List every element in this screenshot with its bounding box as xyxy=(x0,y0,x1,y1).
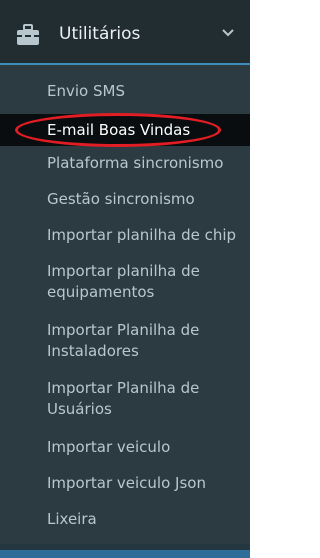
submenu-item-plataforma-sincronismo[interactable]: Plataforma sincronismo xyxy=(47,153,223,174)
submenu-item-label: Gestão sincronismo xyxy=(47,190,195,208)
submenu-item-label: E-mail Boas Vindas xyxy=(47,121,191,139)
submenu-item-label: Plataforma sincronismo xyxy=(47,154,224,172)
submenu-item-label: Importar veiculo xyxy=(47,438,171,456)
submenu-item-lixeira[interactable]: Lixeira xyxy=(47,509,97,530)
submenu-item-label: Envio SMS xyxy=(47,82,125,100)
page-edge xyxy=(250,0,258,558)
submenu-item-envio-sms[interactable]: Envio SMS xyxy=(47,81,125,102)
next-menu-edge xyxy=(0,544,250,558)
menu-header-utilitarios[interactable]: Utilitários xyxy=(0,0,250,65)
submenu-item-importar-planilha-usuarios[interactable]: Importar Planilha de Usuários xyxy=(47,378,199,420)
next-menu-border xyxy=(0,550,250,558)
menu-title: Utilitários xyxy=(59,24,141,44)
submenu-item-label: Importar planilha de xyxy=(47,262,200,280)
submenu-item-importar-veiculo[interactable]: Importar veiculo xyxy=(47,437,170,458)
toolbox-icon xyxy=(17,24,39,45)
chevron-down-icon[interactable] xyxy=(219,27,237,39)
submenu-item-email-boas-vindas[interactable]: E-mail Boas Vindas xyxy=(47,120,190,141)
submenu-item-label: Importar Planilha de xyxy=(47,321,200,339)
submenu-item-importar-planilha-instaladores[interactable]: Importar Planilha de Instaladores xyxy=(47,320,199,362)
submenu-item-label: Importar veiculo Json xyxy=(47,474,206,492)
submenu-item-label: Importar Planilha de xyxy=(47,379,200,397)
submenu-item-importar-planilha-equipamentos[interactable]: Importar planilha de equipamentos xyxy=(47,261,200,303)
submenu-item-label-line2: Usuários xyxy=(47,400,112,418)
submenu-item-label-line2: equipamentos xyxy=(47,283,155,301)
submenu-item-importar-veiculo-json[interactable]: Importar veiculo Json xyxy=(47,473,206,494)
submenu-item-label-line2: Instaladores xyxy=(47,342,139,360)
submenu-item-gestao-sincronismo[interactable]: Gestão sincronismo xyxy=(47,189,195,210)
submenu-item-label: Importar planilha de chip xyxy=(47,226,237,244)
submenu-item-label: Lixeira xyxy=(47,510,97,528)
submenu-utilitarios: Envio SMS E-mail Boas Vindas Plataforma … xyxy=(0,65,250,544)
submenu-item-importar-planilha-chip[interactable]: Importar planilha de chip xyxy=(47,225,236,246)
